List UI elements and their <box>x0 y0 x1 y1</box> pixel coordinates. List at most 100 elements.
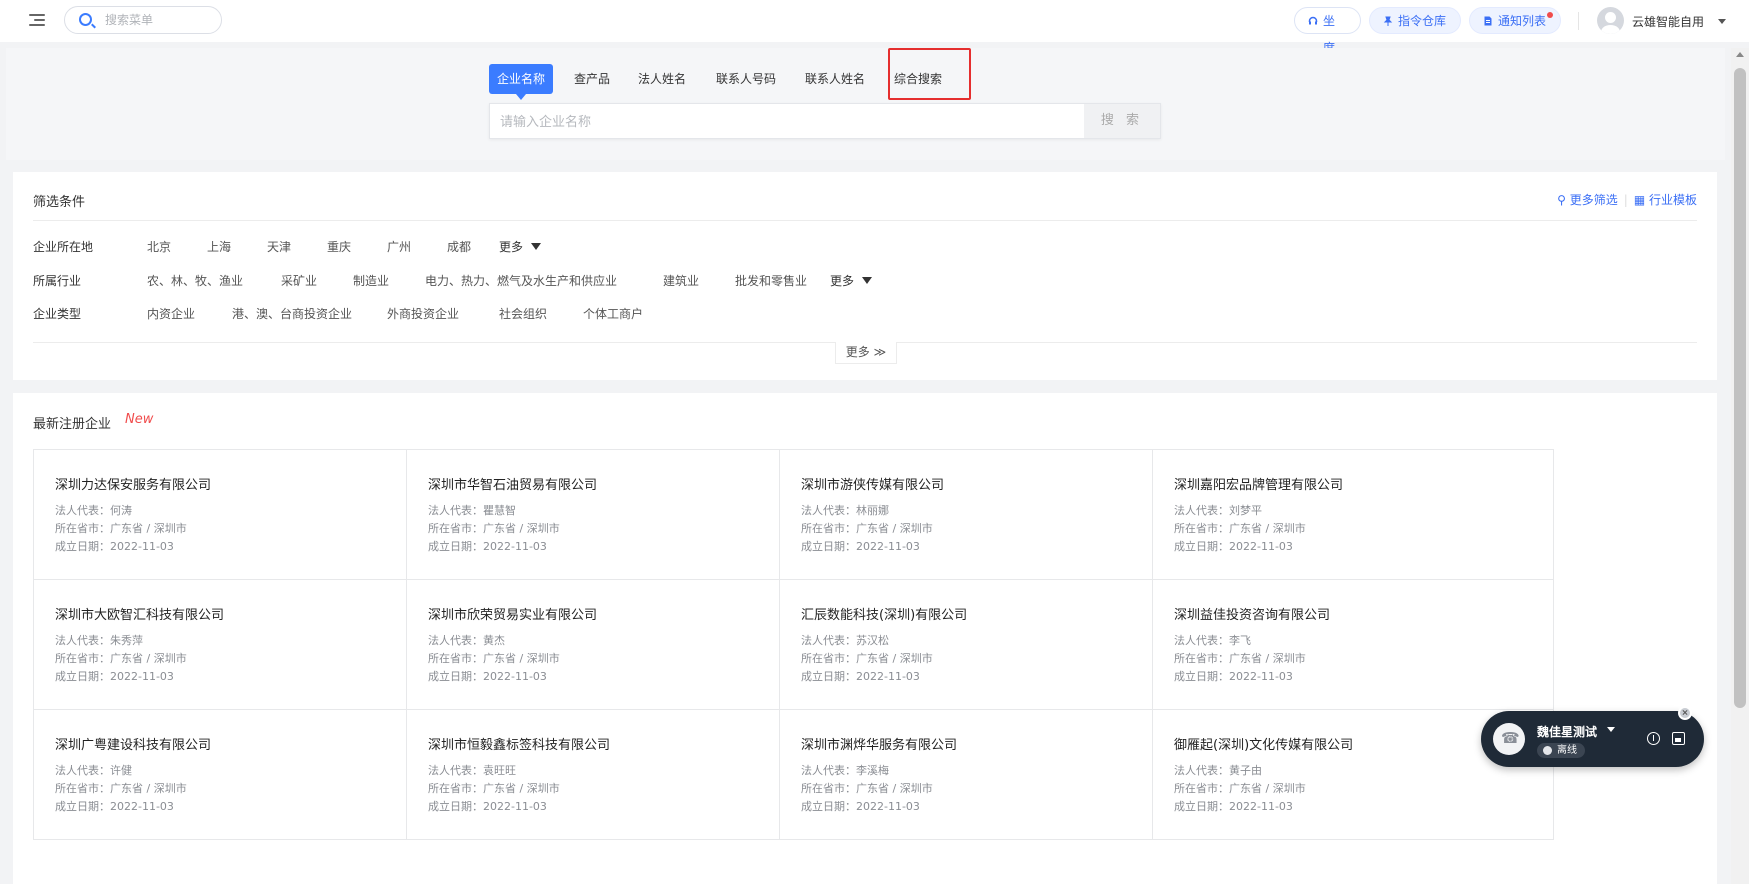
tab-contact-name[interactable]: 联系人姓名 <box>805 64 865 94</box>
company-card[interactable]: 深圳市华智石油贸易有限公司 法人代表：瞿慧智 所在省市：广东省 / 深圳市 成立日期：… <box>406 449 808 580</box>
company-name: 深圳市渊烨华服务有限公司 <box>801 738 958 753</box>
company-location: 所在省市：广东省 / 深圳市 <box>55 780 187 796</box>
filter-label: 所属行业 <box>33 274 82 288</box>
company-name: 深圳广粤建设科技有限公司 <box>55 738 212 753</box>
scroll-up-icon[interactable] <box>1736 52 1744 57</box>
company-card[interactable]: 深圳市游侠传媒有限公司 法人代表：林丽娜 所在省市：广东省 / 深圳市 成立日期：20… <box>779 449 1181 580</box>
company-card[interactable]: 汇辰数能科技(深圳)有限公司 法人代表：苏汉松 所在省市：广东省 / 深圳市 成立日期… <box>779 579 1181 710</box>
company-legal: 法人代表：朱秀萍 <box>55 632 143 648</box>
more-dropdown[interactable]: 更多 <box>499 238 541 255</box>
filter-option[interactable]: 外商投资企业 <box>387 305 459 322</box>
company-location: 所在省市：广东省 / 深圳市 <box>428 780 560 796</box>
meta-value: 2022-11-03 <box>1229 800 1293 813</box>
filter-option[interactable]: 天津 <box>267 238 291 255</box>
scrollbar-thumb[interactable] <box>1734 68 1746 708</box>
status-badge[interactable]: 离线 <box>1537 743 1585 758</box>
more-dropdown[interactable]: 更多 <box>830 272 872 289</box>
meta-label: 法人代表： <box>801 504 856 517</box>
meta-label: 成立日期： <box>428 670 483 683</box>
company-card[interactable]: 深圳市欣荣贸易实业有限公司 法人代表：黄杰 所在省市：广东省 / 深圳市 成立日期：2… <box>406 579 808 710</box>
company-card[interactable]: 深圳市渊烨华服务有限公司 法人代表：李溪梅 所在省市：广东省 / 深圳市 成立日期：2… <box>779 709 1181 840</box>
filter-option[interactable]: 采矿业 <box>281 272 317 289</box>
filter-option[interactable]: 批发和零售业 <box>735 272 807 289</box>
meta-value: 2022-11-03 <box>1229 670 1293 683</box>
avatar[interactable] <box>1597 7 1624 34</box>
company-date: 成立日期：2022-11-03 <box>55 538 174 554</box>
meta-label: 法人代表： <box>1174 634 1229 647</box>
user-dropdown-caret-icon[interactable] <box>1718 19 1726 24</box>
filter-option[interactable]: 建筑业 <box>663 272 699 289</box>
meta-label: 法人代表： <box>801 764 856 777</box>
filter-option[interactable]: 内资企业 <box>147 305 195 322</box>
meta-label: 所在省市： <box>428 652 483 665</box>
meta-label: 成立日期： <box>428 540 483 553</box>
filter-option[interactable]: 广州 <box>387 238 411 255</box>
industry-template-link[interactable]: ▦ 行业模板 <box>1634 193 1697 207</box>
company-date: 成立日期：2022-11-03 <box>801 798 920 814</box>
meta-value: 李溪梅 <box>856 764 889 777</box>
company-card[interactable]: 深圳广粤建设科技有限公司 法人代表：许健 所在省市：广东省 / 深圳市 成立日期：20… <box>33 709 435 840</box>
meta-label: 法人代表： <box>428 764 483 777</box>
meta-label: 法人代表： <box>428 504 483 517</box>
company-location: 所在省市：广东省 / 深圳市 <box>1174 650 1306 666</box>
more-filter-link[interactable]: ⚲ 更多筛选 <box>1557 193 1618 207</box>
user-name[interactable]: 云雄智能自用 <box>1632 13 1704 30</box>
info-icon[interactable] <box>1647 732 1660 745</box>
company-card[interactable]: 深圳嘉阳宏品牌管理有限公司 法人代表：刘梦平 所在省市：广东省 / 深圳市 成立日期：… <box>1152 449 1554 580</box>
filter-option[interactable]: 制造业 <box>353 272 389 289</box>
company-search-input[interactable] <box>500 112 1060 132</box>
tab-contact-phone[interactable]: 联系人号码 <box>716 64 776 94</box>
tab-company-name[interactable]: 企业名称 <box>489 64 554 100</box>
company-date: 成立日期：2022-11-03 <box>428 668 547 684</box>
filter-option[interactable]: 社会组织 <box>499 305 547 322</box>
filter-option[interactable]: 电力、热力、燃气及水生产和供应业 <box>425 272 617 289</box>
filter-option[interactable]: 农、林、牧、渔业 <box>147 272 243 289</box>
filter-label: 企业所在地 <box>33 240 94 254</box>
filter-option[interactable]: 个体工商户 <box>583 305 643 322</box>
filter-option[interactable]: 北京 <box>147 238 171 255</box>
filter-option[interactable]: 重庆 <box>327 238 351 255</box>
agent-dropdown-caret-icon[interactable] <box>1607 727 1615 732</box>
command-warehouse-button[interactable]: 指令仓库 <box>1369 7 1461 34</box>
notification-list-button[interactable]: 通知列表 <box>1469 7 1561 34</box>
meta-label: 成立日期： <box>801 800 856 813</box>
company-card[interactable]: 深圳力达保安服务有限公司 法人代表：何涛 所在省市：广东省 / 深圳市 成立日期：20… <box>33 449 435 580</box>
tab-legal-name[interactable]: 法人姓名 <box>638 64 686 94</box>
company-legal: 法人代表：李溪梅 <box>801 762 889 778</box>
expand-more-button[interactable]: 更多 ≫ <box>835 342 897 364</box>
company-legal: 法人代表：黄子由 <box>1174 762 1262 778</box>
menu-search-box[interactable] <box>64 6 222 34</box>
close-icon[interactable] <box>1678 706 1692 720</box>
top-bar: 坐席 指令仓库 通知列表 云雄智能自用 <box>0 0 1749 55</box>
company-legal: 法人代表：何涛 <box>55 502 132 518</box>
company-card[interactable]: 深圳市恒毅鑫标签科技有限公司 法人代表：袁旺旺 所在省市：广东省 / 深圳市 成立日期… <box>406 709 808 840</box>
meta-label: 成立日期： <box>55 800 110 813</box>
meta-value: 苏汉松 <box>856 634 889 647</box>
meta-value: 广东省 / 深圳市 <box>1229 522 1306 535</box>
headset-icon <box>1308 16 1318 25</box>
menu-search-input[interactable] <box>105 11 215 29</box>
menu-toggle-icon[interactable] <box>29 12 45 28</box>
meta-label: 所在省市： <box>1174 652 1229 665</box>
filter-title: 筛选条件 <box>33 195 86 210</box>
meta-value: 林丽娜 <box>856 504 889 517</box>
phone-icon[interactable] <box>1493 723 1525 755</box>
company-date: 成立日期：2022-11-03 <box>1174 798 1293 814</box>
company-card[interactable]: 深圳益佳投资咨询有限公司 法人代表：李飞 所在省市：广东省 / 深圳市 成立日期：20… <box>1152 579 1554 710</box>
meta-label: 法人代表： <box>428 634 483 647</box>
latest-companies-section: 最新注册企业 New 深圳力达保安服务有限公司 法人代表：何涛 所在省市：广东省 /… <box>13 393 1717 884</box>
new-badge: New <box>125 412 154 427</box>
filter-option[interactable]: 港、澳、台商投资企业 <box>232 305 352 322</box>
minimize-window-icon[interactable] <box>1672 732 1685 745</box>
filter-option[interactable]: 成都 <box>447 238 471 255</box>
tab-product[interactable]: 查产品 <box>574 64 610 94</box>
company-name: 深圳市大欧智汇科技有限公司 <box>55 608 225 623</box>
scrollbar[interactable] <box>1731 48 1749 884</box>
meta-label: 成立日期： <box>1174 540 1229 553</box>
filter-option[interactable]: 上海 <box>207 238 231 255</box>
meta-label: 所在省市： <box>801 782 856 795</box>
company-card[interactable]: 深圳市大欧智汇科技有限公司 法人代表：朱秀萍 所在省市：广东省 / 深圳市 成立日期：… <box>33 579 435 710</box>
seat-button[interactable]: 坐席 <box>1294 7 1361 55</box>
meta-label: 法人代表： <box>55 504 110 517</box>
search-button[interactable]: 搜 索 <box>1084 104 1160 138</box>
